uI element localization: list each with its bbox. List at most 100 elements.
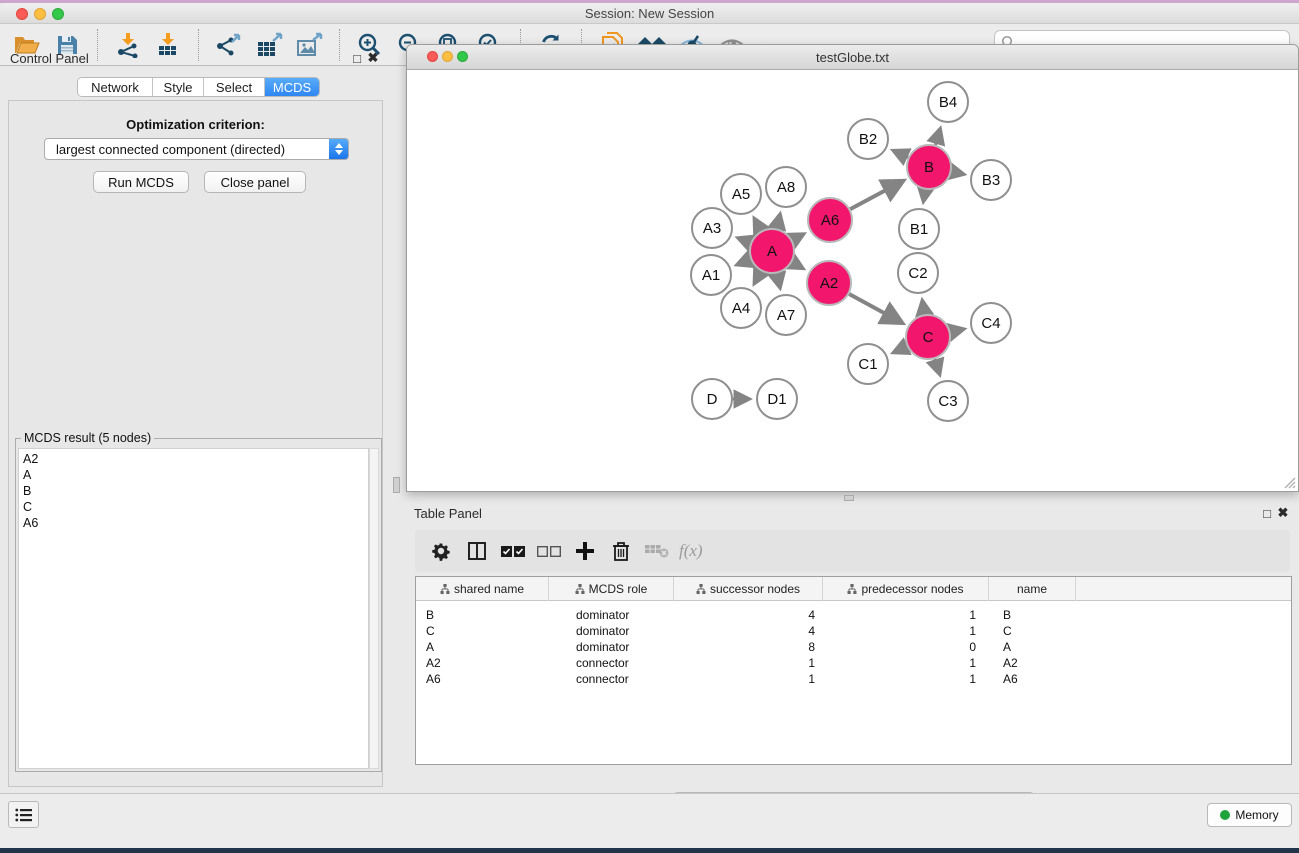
table-cell[interactable]: 1	[823, 655, 989, 671]
graph-node-A4[interactable]: A4	[721, 288, 761, 328]
delete-column-button[interactable]	[603, 534, 639, 568]
tab-style[interactable]: Style	[153, 78, 204, 96]
graph-node-A[interactable]: A	[750, 229, 794, 273]
table-cell[interactable]: dominator	[549, 623, 674, 639]
table-cell[interactable]: 0	[823, 639, 989, 655]
table-settings-button[interactable]	[423, 534, 459, 568]
graph-node-A1[interactable]: A1	[691, 255, 731, 295]
table-cell[interactable]: connector	[549, 671, 674, 687]
run-mcds-button[interactable]: Run MCDS	[93, 171, 189, 193]
mcds-result-item[interactable]: A	[23, 467, 368, 483]
graph-node-D[interactable]: D	[692, 379, 732, 419]
column-header-MCDS-role[interactable]: MCDS role	[549, 577, 674, 601]
column-visibility-button[interactable]	[459, 534, 495, 568]
table-cell[interactable]: A6	[989, 671, 1076, 687]
vertical-divider-handle[interactable]	[393, 477, 400, 493]
table-row[interactable]: A6connector11A6	[416, 671, 1291, 687]
mcds-result-item[interactable]: C	[23, 499, 368, 515]
deselect-all-rows-button[interactable]	[531, 534, 567, 568]
float-panel-icon[interactable]: □	[349, 51, 365, 66]
graph-node-C3[interactable]: C3	[928, 381, 968, 421]
graph-edge-C-C3[interactable]	[935, 359, 940, 374]
column-header-name[interactable]: name	[989, 577, 1076, 601]
close-panel-icon[interactable]: ✖	[365, 50, 381, 66]
graph-edge-C-C4[interactable]	[950, 329, 963, 332]
table-cell[interactable]: B	[416, 607, 549, 623]
optimization-criterion-dropdown[interactable]: largest connected component (directed)	[44, 138, 349, 160]
graph-node-A6[interactable]: A6	[808, 198, 852, 242]
table-cell[interactable]: C	[416, 623, 549, 639]
graph-edge-A-A7[interactable]	[777, 273, 780, 287]
tab-mcds[interactable]: MCDS	[265, 78, 319, 96]
close-table-panel-icon[interactable]: ✖	[1275, 505, 1291, 521]
table-cell[interactable]: A	[989, 639, 1076, 655]
graph-edge-A-A8[interactable]	[777, 214, 780, 228]
table-cell[interactable]: 1	[823, 623, 989, 639]
graph-edge-A2-C[interactable]	[849, 294, 901, 323]
table-cell[interactable]: dominator	[549, 639, 674, 655]
graph-node-C[interactable]: C	[906, 315, 950, 359]
column-header-predecessor-nodes[interactable]: predecessor nodes	[823, 577, 989, 601]
tab-select[interactable]: Select	[204, 78, 265, 96]
table-cell[interactable]: 1	[823, 607, 989, 623]
graph-node-B1[interactable]: B1	[899, 209, 939, 249]
graph-node-A5[interactable]: A5	[721, 174, 761, 214]
mcds-result-item[interactable]: A6	[23, 515, 368, 531]
graph-edge-B-B2[interactable]	[893, 151, 908, 158]
graph-edge-B-B3[interactable]	[952, 172, 964, 175]
table-row[interactable]: Adominator80A	[416, 639, 1291, 655]
graph-edge-A-A4[interactable]	[754, 271, 761, 283]
mcds-result-scrollbar[interactable]	[369, 448, 379, 769]
graph-node-B2[interactable]: B2	[848, 119, 888, 159]
graph-node-D1[interactable]: D1	[757, 379, 797, 419]
graph-edge-C-C1[interactable]	[894, 346, 907, 352]
graph-edge-A6-B[interactable]	[850, 181, 902, 209]
table-cell[interactable]: 4	[674, 607, 823, 623]
resize-grip-icon[interactable]	[1282, 477, 1296, 489]
table-row[interactable]: A2connector11A2	[416, 655, 1291, 671]
table-cell[interactable]: dominator	[549, 607, 674, 623]
function-builder-button[interactable]: f(x)	[679, 541, 703, 561]
table-cell[interactable]: 1	[674, 671, 823, 687]
table-cell[interactable]: A6	[416, 671, 549, 687]
graph-edge-A-A2[interactable]	[792, 262, 803, 268]
table-cell[interactable]: 1	[823, 671, 989, 687]
table-cell[interactable]: 1	[674, 655, 823, 671]
column-header-shared-name[interactable]: shared name	[416, 577, 549, 601]
table-cell[interactable]: 4	[674, 623, 823, 639]
graph-node-C2[interactable]: C2	[898, 253, 938, 293]
delete-table-button[interactable]	[639, 534, 675, 568]
graph-edge-A-A1[interactable]	[737, 259, 751, 264]
graph-edge-C-C2[interactable]	[922, 301, 924, 315]
graph-node-B[interactable]: B	[907, 145, 951, 189]
graph-node-B4[interactable]: B4	[928, 82, 968, 122]
select-all-rows-button[interactable]	[495, 534, 531, 568]
table-cell[interactable]: C	[989, 623, 1076, 639]
table-cell[interactable]: connector	[549, 655, 674, 671]
memory-button[interactable]: Memory	[1207, 803, 1292, 827]
mcds-result-item[interactable]: B	[23, 483, 368, 499]
table-row[interactable]: Bdominator41B	[416, 607, 1291, 623]
graph-edge-B-B1[interactable]	[923, 190, 925, 202]
graph-node-A3[interactable]: A3	[692, 208, 732, 248]
tab-network[interactable]: Network	[78, 78, 153, 96]
graph-node-C1[interactable]: C1	[848, 344, 888, 384]
table-cell[interactable]: A2	[416, 655, 549, 671]
create-column-button[interactable]	[567, 534, 603, 568]
graph-node-A7[interactable]: A7	[766, 295, 806, 335]
graph-node-A8[interactable]: A8	[766, 167, 806, 207]
mcds-result-item[interactable]: A2	[23, 451, 368, 467]
graph-edge-B-B4[interactable]	[935, 129, 940, 145]
table-cell[interactable]: A	[416, 639, 549, 655]
column-header-successor-nodes[interactable]: successor nodes	[674, 577, 823, 601]
graph-node-B3[interactable]: B3	[971, 160, 1011, 200]
close-panel-button[interactable]: Close panel	[204, 171, 306, 193]
float-table-panel-icon[interactable]: □	[1259, 506, 1275, 521]
table-cell[interactable]: B	[989, 607, 1076, 623]
table-cell[interactable]: 8	[674, 639, 823, 655]
graph-edge-A-A3[interactable]	[738, 238, 750, 243]
task-history-button[interactable]	[8, 801, 39, 828]
graph-edge-A-A6[interactable]	[792, 234, 803, 240]
graph-node-A2[interactable]: A2	[807, 261, 851, 305]
graph-node-C4[interactable]: C4	[971, 303, 1011, 343]
